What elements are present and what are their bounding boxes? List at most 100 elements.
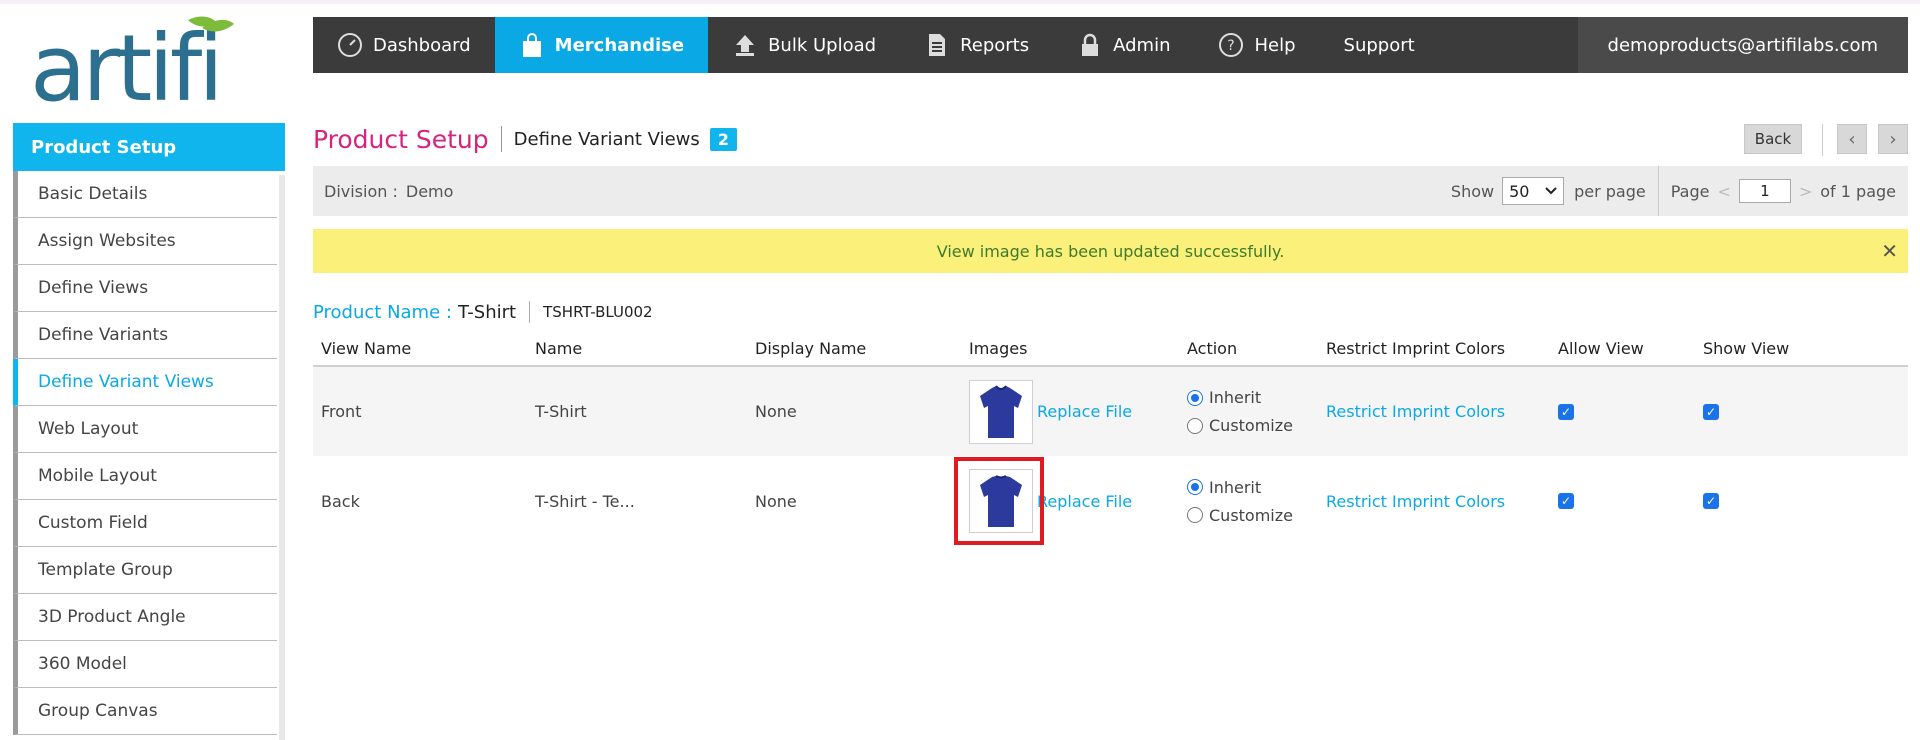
chevron-down-icon: [1545, 187, 1557, 195]
nav-reports-label: Reports: [960, 34, 1030, 56]
nav-dashboard-label: Dashboard: [373, 34, 471, 56]
button-divider: [1822, 124, 1823, 156]
upload-icon: [736, 35, 755, 56]
user-email[interactable]: demoproducts@artifilabs.com: [1577, 17, 1908, 73]
sidebar-item-define-variant-views[interactable]: Define Variant Views: [13, 359, 277, 406]
sidebar-item-define-views[interactable]: Define Views: [13, 265, 277, 312]
cell-allow-view: ✓: [1550, 366, 1695, 456]
next-button[interactable]: ›: [1878, 124, 1908, 154]
selection-highlight: [954, 457, 1044, 545]
product-name-label: Product Name :: [313, 301, 452, 323]
sidebar-item-mobile-layout[interactable]: Mobile Layout: [13, 453, 277, 500]
nav-merchandise[interactable]: Merchandise: [494, 17, 709, 73]
page-number-input[interactable]: 1: [1738, 179, 1791, 203]
sidebar-item-custom-field[interactable]: Custom Field: [13, 500, 277, 547]
cell-display-name: None: [747, 366, 961, 456]
show-view-checkbox[interactable]: ✓: [1703, 493, 1719, 509]
inherit-radio[interactable]: [1187, 479, 1203, 495]
tshirt-front-image: [980, 384, 1022, 438]
inherit-label: Inherit: [1209, 388, 1262, 407]
cell-action: Inherit Customize: [1179, 456, 1318, 546]
allow-view-checkbox[interactable]: ✓: [1558, 493, 1574, 509]
customize-label: Customize: [1209, 416, 1293, 435]
nav-support-label: Support: [1343, 34, 1415, 56]
nav-dashboard[interactable]: Dashboard: [313, 17, 495, 73]
sidebar-item-3d-product-angle[interactable]: 3D Product Angle: [13, 594, 277, 641]
sidebar-item-group-canvas[interactable]: Group Canvas: [13, 688, 277, 735]
previous-button[interactable]: ‹: [1837, 124, 1867, 154]
customize-radio[interactable]: [1187, 507, 1203, 523]
close-icon[interactable]: ✕: [1881, 239, 1898, 263]
sidebar-scrollbar[interactable]: [279, 175, 285, 740]
cell-images: Replace File: [961, 366, 1179, 456]
nav-support[interactable]: Support: [1320, 17, 1439, 73]
header-show-view: Show View: [1695, 332, 1908, 367]
cell-restrict: Restrict Imprint Colors: [1318, 366, 1550, 456]
allow-view-checkbox[interactable]: ✓: [1558, 403, 1574, 420]
back-button[interactable]: Back: [1744, 124, 1802, 154]
nav-reports[interactable]: Reports: [900, 17, 1053, 73]
nav-bulk-upload[interactable]: Bulk Upload: [708, 17, 900, 73]
nav-bulk-upload-label: Bulk Upload: [768, 34, 877, 56]
header-name: Name: [527, 332, 747, 367]
restrict-imprint-colors-link[interactable]: Restrict Imprint Colors: [1326, 402, 1505, 421]
show-view-checkbox[interactable]: ✓: [1703, 403, 1719, 420]
cell-allow-view: ✓: [1550, 456, 1695, 546]
page-subtitle: Define Variant Views: [513, 128, 700, 150]
replace-file-link[interactable]: Replace File: [1037, 402, 1132, 421]
sidebar-item-define-variants[interactable]: Define Variants: [13, 312, 277, 359]
shirt-front-thumbnail[interactable]: [969, 379, 1033, 444]
nav-help-label: Help: [1254, 34, 1296, 56]
shopping-bag-icon: [522, 33, 541, 57]
page-count: of 1 page: [1820, 181, 1896, 201]
inherit-option[interactable]: Inherit: [1187, 384, 1318, 412]
sidebar-item-template-group[interactable]: Template Group: [13, 547, 277, 594]
table-header-row: View Name Name Display Name Images Actio…: [313, 332, 1908, 367]
sidebar-item-assign-websites[interactable]: Assign Websites: [13, 218, 277, 265]
replace-file-link[interactable]: Replace File: [1037, 492, 1132, 511]
lock-icon: [1082, 33, 1099, 56]
sidebar-item-web-layout[interactable]: Web Layout: [13, 406, 277, 453]
top-strip: [0, 0, 1920, 4]
inherit-radio[interactable]: [1187, 389, 1203, 406]
sidebar-header: Product Setup: [13, 123, 285, 171]
inherit-option[interactable]: Inherit: [1187, 473, 1318, 501]
cell-images: Replace File: [954, 456, 1179, 546]
header-display-name: Display Name: [747, 332, 961, 367]
header-view-name: View Name: [313, 332, 527, 367]
sidebar-item-basic-details[interactable]: Basic Details: [13, 171, 277, 218]
chevron-left-icon: ‹: [1848, 128, 1856, 150]
help-icon: ?: [1219, 33, 1244, 57]
nav-help[interactable]: ? Help: [1194, 17, 1319, 73]
cell-name: T-Shirt - Te...: [535, 491, 635, 511]
customize-option[interactable]: Customize: [1187, 412, 1318, 440]
header-images: Images: [961, 332, 1179, 367]
cell-view-name: Back: [321, 491, 360, 511]
cell-display-name: None: [755, 491, 797, 511]
page-next-icon[interactable]: >: [1799, 182, 1812, 201]
restrict-imprint-colors-link[interactable]: Restrict Imprint Colors: [1326, 492, 1505, 511]
inherit-label: Inherit: [1209, 477, 1262, 497]
sidebar: Product Setup Basic Details Assign Websi…: [13, 123, 285, 740]
cell-view-name: Front: [313, 366, 527, 456]
per-page-select[interactable]: 50: [1502, 177, 1565, 205]
document-icon: [929, 34, 946, 56]
table-row: Back T-Shirt - Te... None Replace File I…: [313, 456, 1908, 546]
page-label: Page: [1670, 181, 1710, 201]
customize-option[interactable]: Customize: [1187, 501, 1318, 529]
cell-action: Inherit Customize: [1179, 366, 1318, 456]
sidebar-item-360-model[interactable]: 360 Model: [13, 641, 277, 688]
page-prev-icon[interactable]: <: [1717, 182, 1730, 201]
customize-radio[interactable]: [1187, 417, 1203, 434]
cell-show-view: ✓: [1695, 456, 1908, 546]
variant-views-table: View Name Name Display Name Images Actio…: [313, 332, 1908, 546]
paging-controls: Show 50 per page Page < 1 > of 1 page: [1451, 166, 1908, 216]
nav-admin[interactable]: Admin: [1053, 17, 1194, 73]
svg-text:artifi: artifi: [30, 15, 220, 108]
top-navigation: Dashboard Merchandise Bulk Upload Report…: [313, 17, 1908, 73]
product-divider: [529, 301, 531, 323]
artifi-logo: artifi: [30, 15, 234, 108]
nav-admin-label: Admin: [1113, 34, 1171, 56]
title-row: Product Setup Define Variant Views 2 Bac…: [313, 120, 1908, 158]
header-restrict-imprint-colors: Restrict Imprint Colors: [1318, 332, 1550, 367]
